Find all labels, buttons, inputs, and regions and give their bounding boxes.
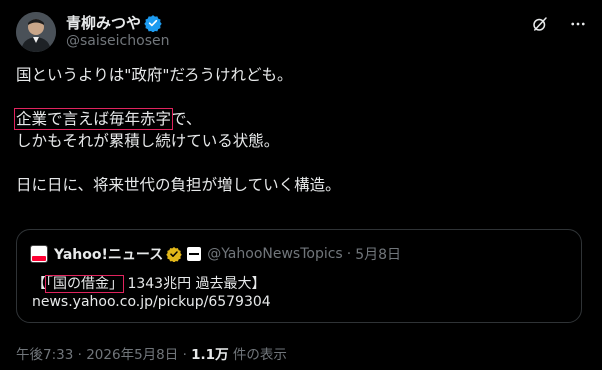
quoted-post-header: Yahoo!ニュース @YahooNewsTopics · 5月8日 [30, 244, 401, 264]
post-meta: 午後7:33 · 2026年5月8日 · 1.1万 件の表示 [16, 343, 287, 363]
more-icon[interactable] [568, 14, 588, 34]
headline-bracket-open: 【 [32, 276, 46, 292]
gold-verified-badge-icon [166, 246, 182, 263]
post: 青柳みつや @saiseichosen 国というよりは"政府"だろうけれども。 [0, 0, 602, 370]
tweet-line-4: 日に日に、将来世代の負担が増していく構造。 [16, 176, 341, 194]
tweet-line-2-rest: で、 [171, 110, 202, 128]
quoted-link[interactable]: news.yahoo.co.jp/pickup/6579304 [32, 294, 271, 310]
tweet-text: 国というよりは"政府"だろうけれども。 企業で言えば毎年赤字で、 しかもそれが累… [13, 64, 586, 196]
avatar[interactable] [16, 12, 56, 52]
separator-dot: · [346, 246, 352, 262]
post-time[interactable]: 午後7:33 [16, 347, 73, 363]
tweet-line-1: 国というよりは"政府"だろうけれども。 [16, 66, 293, 84]
post-date[interactable]: 2026年5月8日 [86, 347, 178, 363]
author-display-name[interactable]: 青柳みつや [66, 12, 141, 33]
separator-dot: · [182, 347, 187, 363]
quoted-post[interactable]: Yahoo!ニュース @YahooNewsTopics · 5月8日 【「国の借… [16, 229, 582, 323]
post-actions-top [530, 14, 588, 34]
yahoo-news-avatar-icon[interactable] [30, 245, 48, 263]
view-count[interactable]: 1.1万 [191, 347, 228, 363]
highlighted-phrase: 企業で言えば毎年赤字 [13, 108, 174, 130]
quoted-headline: 【「国の借金」 1343兆円 過去最大】 [32, 273, 266, 293]
quoted-author-name[interactable]: Yahoo!ニュース [54, 244, 163, 264]
headline-rest: 1343兆円 過去最大】 [127, 276, 266, 292]
author-handle[interactable]: @saiseichosen [66, 33, 169, 49]
grok-icon[interactable] [530, 14, 550, 34]
affiliate-badge-icon [187, 247, 202, 261]
headline-highlighted: 「国の借金」 [45, 275, 124, 293]
quoted-author-handle[interactable]: @YahooNewsTopics [207, 246, 343, 262]
author-name-row: 青柳みつや [66, 12, 162, 33]
verified-badge-icon [144, 14, 162, 33]
tweet-line-2: 企業で言えば毎年赤字で、 [13, 108, 586, 130]
separator-dot: · [77, 347, 82, 363]
quoted-post-date[interactable]: 5月8日 [355, 244, 401, 264]
view-count-label: 件の表示 [232, 347, 287, 363]
tweet-line-3: しかもそれが累積し続けている状態。 [16, 132, 280, 150]
